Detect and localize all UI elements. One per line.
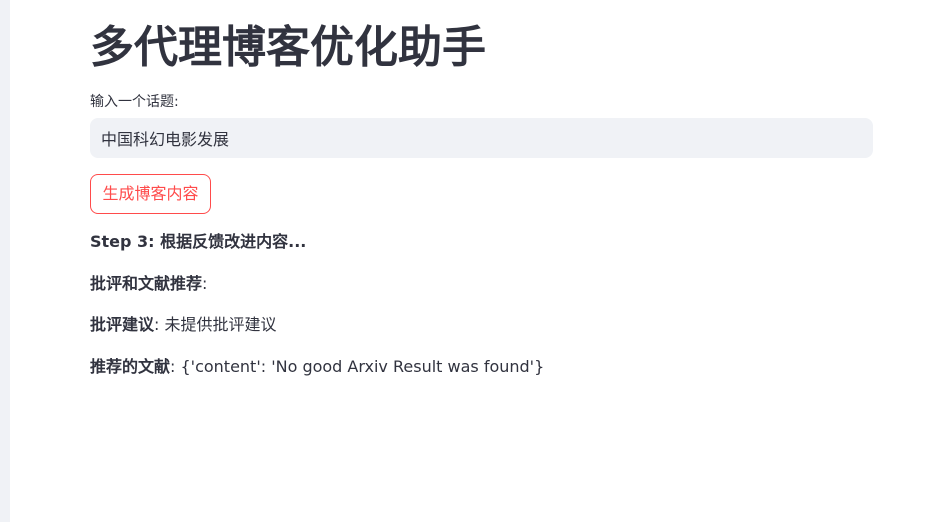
references-value: : {'content': 'No good Arxiv Result was … bbox=[170, 357, 545, 376]
sidebar-edge bbox=[0, 0, 10, 522]
critique-heading-colon: : bbox=[202, 274, 208, 293]
app-page: 多代理博客优化助手 输入一个话题: 生成博客内容 Step 3: 根据反馈改进内… bbox=[0, 0, 933, 522]
step-status-text: Step 3: 根据反馈改进内容... bbox=[90, 232, 307, 251]
critique-suggestion: 批评建议: 未提供批评建议 bbox=[90, 313, 277, 337]
critique-suggestion-label: 批评建议 bbox=[90, 315, 155, 334]
references-label: 推荐的文献 bbox=[90, 357, 171, 376]
topic-input-label: 输入一个话题: bbox=[90, 94, 179, 110]
critique-heading: 批评和文献推荐: bbox=[90, 272, 207, 296]
generate-blog-button[interactable]: 生成博客内容 bbox=[90, 174, 211, 214]
critique-suggestion-value: : 未提供批评建议 bbox=[154, 315, 277, 334]
critique-heading-label: 批评和文献推荐 bbox=[90, 274, 203, 293]
page-title: 多代理博客优化助手 bbox=[90, 22, 486, 73]
topic-input[interactable] bbox=[90, 118, 873, 158]
recommended-references: 推荐的文献: {'content': 'No good Arxiv Result… bbox=[90, 355, 544, 379]
